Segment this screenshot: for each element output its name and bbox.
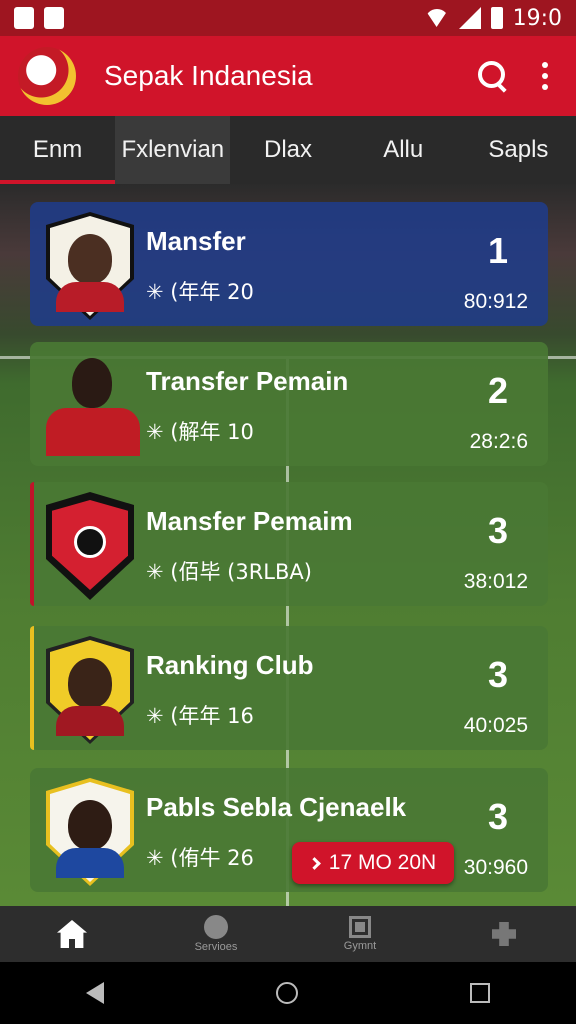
list-item[interactable]: Transfer Pemain ✳ (解年 10 2 28:2:6 [30, 342, 548, 466]
rank-number: 3 [487, 796, 508, 837]
battery-icon [490, 7, 503, 29]
card-title: Mansfer Pemaim [146, 506, 353, 536]
card-title: Mansfer [146, 226, 246, 256]
nav-label: Gymnt [343, 940, 377, 952]
points-value: 40:025 [463, 714, 528, 737]
notification-icon [14, 7, 34, 29]
more-vert-icon[interactable] [542, 62, 548, 90]
list-item[interactable]: Mansfer ✳ (年年 20 1 80:912 [30, 202, 548, 326]
services-icon [204, 915, 228, 939]
points-value: 38:012 [463, 570, 528, 593]
system-navigation-bar [0, 962, 576, 1024]
notification-icons [14, 7, 64, 29]
grid-icon [349, 916, 371, 938]
bottom-navigation: Servioes Gymnt [0, 906, 576, 962]
image-notification-icon [44, 7, 64, 29]
card-accent [30, 482, 34, 606]
card-subtitle: ✳ (佰毕 (3RLBA) [146, 560, 312, 584]
points-value: 28:2:6 [469, 430, 528, 453]
schedule-button-label: 17 MO 20N [328, 851, 437, 874]
home-circle-icon[interactable] [276, 982, 298, 1004]
recent-apps-icon[interactable] [470, 983, 490, 1003]
tab-bar: Enm Fxlenvian Dlax Allu Sapls [0, 116, 576, 184]
points-value: 80:912 [463, 290, 528, 313]
back-icon[interactable] [86, 982, 104, 1004]
search-icon[interactable] [478, 61, 508, 91]
tab-0[interactable]: Enm [0, 116, 116, 184]
card-title: Pabls Sebla Cjenaelk [146, 792, 407, 822]
nav-services[interactable]: Servioes [144, 906, 288, 962]
card-subtitle: ✳ (年年 16 [146, 704, 254, 728]
player-crest [46, 212, 134, 320]
rank-number: 2 [487, 370, 508, 411]
list-item[interactable]: Mansfer Pemaim ✳ (佰毕 (3RLBA) 3 38:012 [30, 482, 548, 606]
card-title: Ranking Club [146, 650, 314, 680]
club-crest [46, 492, 134, 600]
club-logo [18, 47, 76, 105]
home-icon [57, 920, 87, 948]
app-bar: Sepak Indanesia [0, 36, 576, 116]
puzzle-icon [492, 922, 516, 946]
nav-extensions[interactable] [432, 906, 576, 962]
nav-gymnt[interactable]: Gymnt [288, 906, 432, 962]
status-indicators: 19:0 [424, 5, 562, 31]
list-item[interactable]: Pabls Sebla Cjenaelk ✳ (侑牛 26 3 30:960 [30, 768, 548, 892]
tab-2[interactable]: Dlax [230, 116, 345, 184]
nav-label: Servioes [194, 941, 238, 953]
chevron-right-icon [307, 856, 321, 870]
card-accent [30, 626, 34, 750]
card-title: Transfer Pemain [146, 366, 349, 396]
signal-icon [458, 7, 481, 29]
rank-number: 3 [487, 654, 508, 695]
clock: 19:0 [512, 5, 562, 31]
tab-3[interactable]: Allu [346, 116, 461, 184]
list-item[interactable]: Ranking Club ✳ (年年 16 3 40:025 [30, 626, 548, 750]
rank-number: 1 [487, 230, 508, 271]
wifi-icon [424, 9, 449, 27]
player-crest [46, 778, 134, 886]
schedule-button[interactable]: 17 MO 20N [292, 842, 454, 884]
player-photo [46, 352, 140, 460]
app-title: Sepak Indanesia [104, 60, 313, 91]
points-value: 30:960 [463, 856, 528, 879]
card-subtitle: ✳ (年年 20 [146, 280, 254, 304]
card-subtitle: ✳ (侑牛 26 [146, 846, 254, 870]
status-bar: 19:0 [0, 0, 576, 36]
tab-1[interactable]: Fxlenvian [115, 116, 231, 184]
card-subtitle: ✳ (解年 10 [146, 420, 254, 444]
tab-4[interactable]: Sapls [461, 116, 576, 184]
rank-number: 3 [487, 510, 508, 551]
nav-home[interactable] [0, 906, 144, 962]
player-crest [46, 636, 134, 744]
